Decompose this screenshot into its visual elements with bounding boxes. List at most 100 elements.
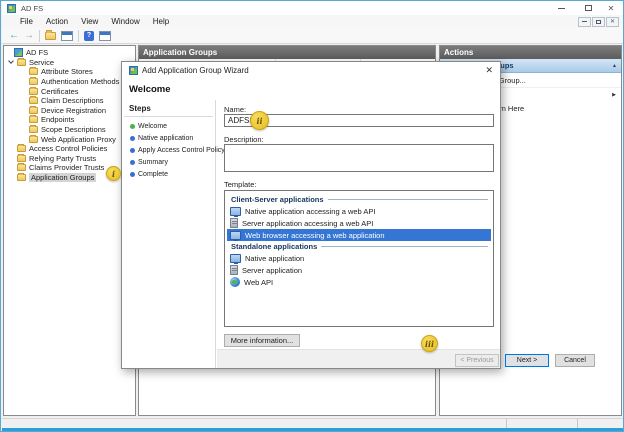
server-app-icon [230, 265, 238, 275]
previous-button[interactable]: < Previous [455, 354, 499, 367]
export-list-icon[interactable] [45, 32, 56, 40]
navigation-tree: AD FS Service Attribute Stores Authentic… [4, 46, 135, 182]
toolbar-separator [78, 30, 79, 42]
menu-file[interactable]: File [20, 17, 33, 26]
folder-icon [17, 59, 26, 66]
menu-help[interactable]: Help [153, 17, 169, 26]
template-item-server-accessing-web-api[interactable]: Server application accessing a web API [227, 217, 491, 229]
adfs-console-window: AD FS ✕ File Action View Window Help ✕ ←… [0, 0, 624, 432]
folder-icon [29, 116, 38, 123]
template-list: Client-Server applications Native applic… [224, 190, 494, 327]
tree-item-scope-descriptions[interactable]: Scope Descriptions [4, 125, 135, 135]
template-item-server-application[interactable]: Server application [227, 264, 491, 276]
tree-item-certificates[interactable]: Certificates [4, 86, 135, 96]
title-bar: AD FS ✕ [2, 1, 623, 15]
tree-item-attribute-stores[interactable]: Attribute Stores [4, 67, 135, 77]
wizard-icon [129, 66, 138, 75]
name-label: Name: [224, 105, 246, 114]
maximize-icon [585, 5, 592, 11]
tree-item-authentication-methods[interactable]: Authentication Methods [4, 77, 135, 87]
child-close-button[interactable]: ✕ [606, 17, 619, 27]
folder-icon [29, 136, 38, 143]
child-restore-icon [596, 20, 601, 24]
template-item-native-accessing-web-api[interactable]: Native application accessing a web API [227, 205, 491, 217]
submenu-arrow-icon: ▶ [612, 92, 616, 98]
template-label: Template: [224, 180, 257, 189]
native-app-icon [230, 254, 241, 263]
annotation-marker-ii: ii [250, 111, 269, 130]
tree-item-adfs-root[interactable]: AD FS [4, 48, 135, 58]
back-icon[interactable]: ← [9, 31, 19, 41]
folder-icon [29, 78, 38, 85]
menu-bar: File Action View Window Help ✕ [2, 15, 623, 28]
annotation-marker-iii: iii [421, 335, 438, 352]
toolbar-separator [39, 30, 40, 42]
maximize-button[interactable] [579, 2, 597, 14]
step-welcome: Welcome [122, 120, 215, 132]
step-complete: Complete [122, 168, 215, 180]
annotation-marker-i: i [106, 166, 121, 181]
child-minimize-button[interactable] [578, 17, 591, 27]
folder-icon [17, 155, 26, 162]
next-button[interactable]: Next > [505, 354, 549, 367]
status-bar [2, 418, 623, 428]
wizard-title-bar: Add Application Group Wizard ✕ [122, 62, 500, 79]
folder-icon [17, 164, 26, 171]
tree-item-claim-descriptions[interactable]: Claim Descriptions [4, 96, 135, 106]
template-item-web-api[interactable]: Web API [227, 276, 491, 288]
step-apply-access-control-policy: Apply Access Control Policy [122, 144, 215, 156]
collapse-icon[interactable]: ▲ [612, 63, 617, 69]
template-group-standalone: Standalone applications [227, 241, 491, 252]
add-application-group-wizard-dialog: Add Application Group Wizard ✕ Welcome S… [121, 61, 501, 369]
close-button[interactable]: ✕ [602, 2, 620, 14]
window-bottom-edge [2, 428, 623, 432]
step-bullet-icon [130, 172, 135, 177]
chevron-down-icon[interactable] [8, 59, 14, 65]
description-input[interactable] [224, 144, 494, 172]
results-panel-header: Application Groups [139, 46, 435, 59]
steps-header: Steps [122, 100, 215, 116]
wizard-steps-panel: Steps Welcome Native application Apply A… [122, 100, 216, 368]
child-minimize-icon [582, 21, 587, 22]
console-tree-panel: AD FS Service Attribute Stores Authentic… [3, 45, 136, 416]
template-item-web-browser-web-application[interactable]: Web browser accessing a web application [227, 229, 491, 241]
group-rule [328, 199, 488, 200]
step-summary: Summary [122, 156, 215, 168]
folder-icon [29, 126, 38, 133]
console-tree-icon[interactable] [61, 31, 73, 41]
tree-item-access-control-policies[interactable]: Access Control Policies [4, 144, 135, 154]
folder-icon [29, 68, 38, 75]
menu-window[interactable]: Window [111, 17, 139, 26]
wizard-close-button[interactable]: ✕ [485, 65, 493, 76]
folder-icon [29, 97, 38, 104]
minimize-icon [558, 8, 565, 9]
folder-icon [17, 174, 26, 181]
more-information-button[interactable]: More information... [224, 334, 300, 347]
menu-view[interactable]: View [81, 17, 98, 26]
cancel-button[interactable]: Cancel [555, 354, 595, 367]
step-bullet-icon [130, 160, 135, 165]
wizard-title: Add Application Group Wizard [142, 66, 249, 75]
steps-divider [124, 116, 213, 117]
folder-icon [17, 145, 26, 152]
forward-icon[interactable]: → [24, 31, 34, 41]
child-restore-button[interactable] [592, 17, 605, 27]
new-window-icon[interactable] [99, 31, 111, 41]
template-group-client-server: Client-Server applications [227, 194, 491, 205]
wizard-footer: < Previous Next > Cancel [217, 349, 500, 368]
template-item-native-application[interactable]: Native application [227, 252, 491, 264]
child-window-controls: ✕ [578, 17, 619, 27]
tree-item-web-application-proxy[interactable]: Web Application Proxy [4, 134, 135, 144]
tree-item-endpoints[interactable]: Endpoints [4, 115, 135, 125]
tree-item-device-registration[interactable]: Device Registration [4, 106, 135, 116]
tree-item-relying-party-trusts[interactable]: Relying Party Trusts [4, 154, 135, 164]
help-icon[interactable]: ? [84, 31, 94, 41]
actions-panel-header: Actions [440, 46, 621, 59]
server-app-web-api-icon [230, 218, 238, 228]
menu-action[interactable]: Action [46, 17, 68, 26]
wizard-page-title: Welcome [129, 84, 171, 95]
minimize-button[interactable] [552, 2, 570, 14]
step-bullet-current-icon [130, 124, 135, 129]
description-label: Description: [224, 135, 264, 144]
tree-item-service[interactable]: Service [4, 58, 135, 68]
